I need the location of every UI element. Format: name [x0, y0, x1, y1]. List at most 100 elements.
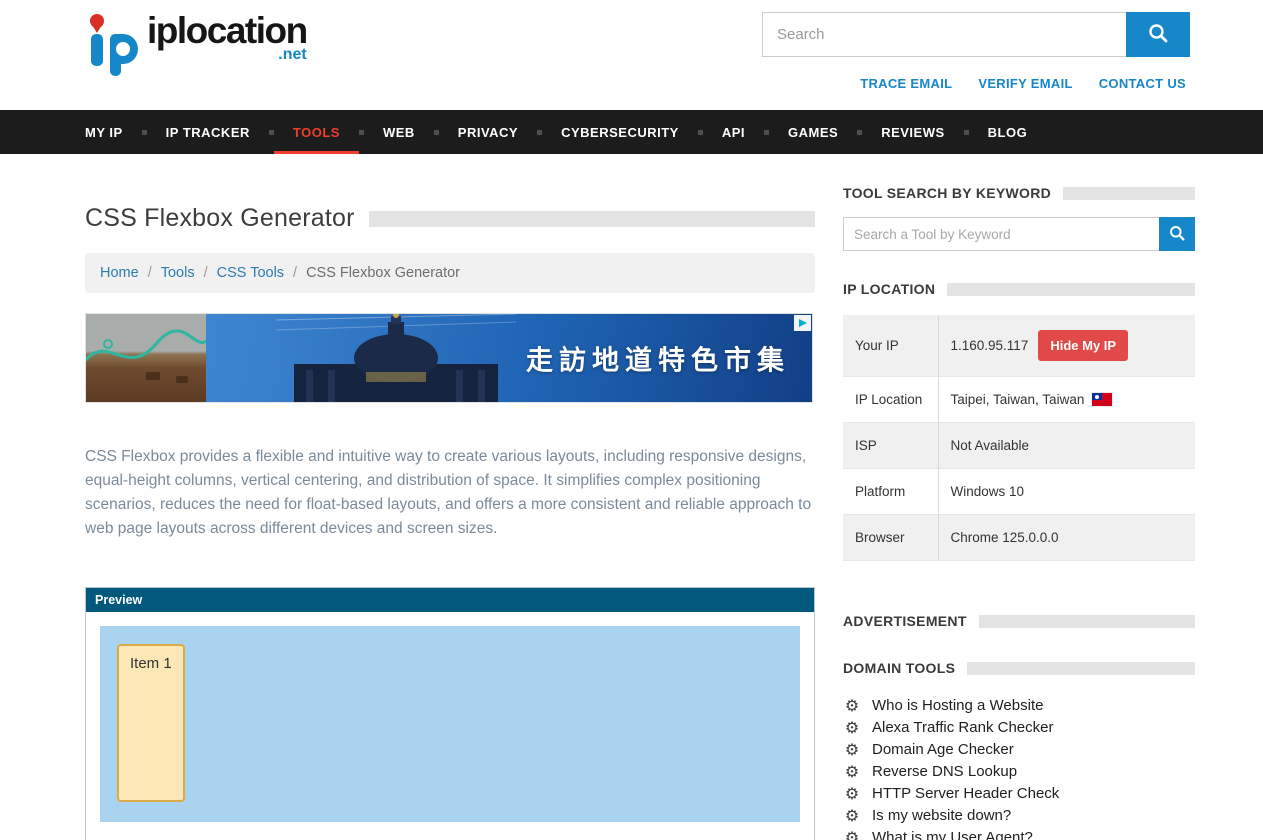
ip-value-text: Not Available	[951, 438, 1030, 453]
hide-my-ip-button[interactable]: Hide My IP	[1038, 330, 1128, 361]
ad-banner[interactable]: 走訪地道特色市集	[85, 313, 813, 403]
domain-tool-label: Alexa Traffic Rank Checker	[872, 719, 1053, 737]
gear-icon: ⚙	[843, 763, 861, 781]
heading-decoration-bar	[947, 283, 1195, 296]
flag-sun	[1095, 395, 1099, 399]
nav-item-ip-tracker[interactable]: IP TRACKER	[147, 110, 269, 154]
ip-row-label: Your IP	[843, 315, 938, 377]
main-nav: MY IPIP TRACKERTOOLSWEBPRIVACYCYBERSECUR…	[0, 110, 1263, 154]
search-icon	[1169, 225, 1185, 244]
nav-item-my-ip[interactable]: MY IP	[85, 110, 142, 154]
header-links: TRACE EMAIL VERIFY EMAIL CONTACT US	[860, 76, 1186, 91]
gear-icon: ⚙	[843, 785, 861, 803]
breadcrumb-separator: /	[148, 265, 152, 281]
nav-item-api[interactable]: API	[703, 110, 764, 154]
domain-tool-domain-age-checker[interactable]: ⚙ Domain Age Checker	[843, 739, 1195, 761]
nav-item-cybersecurity[interactable]: CYBERSECURITY	[542, 110, 698, 154]
ip-row-label: Platform	[843, 469, 938, 515]
ip-row-label: IP Location	[843, 377, 938, 423]
ad-photo-segment	[86, 314, 206, 402]
ad-choices-icon[interactable]	[794, 315, 811, 331]
site-search	[762, 12, 1190, 57]
tool-search-heading: TOOL SEARCH BY KEYWORD	[843, 185, 1051, 201]
heading-decoration-bar	[1063, 187, 1195, 200]
ip-value-text: Taipei, Taiwan, Taiwan	[951, 392, 1085, 407]
nav-item-tools[interactable]: TOOLS	[274, 110, 359, 154]
domain-tool-label: Who is Hosting a Website	[872, 697, 1043, 715]
logo-wordmark: iplocation	[147, 10, 307, 51]
search-icon	[1148, 23, 1168, 46]
domain-tool-label: HTTP Server Header Check	[872, 785, 1059, 803]
ip-table-row-ip-location: IP Location Taipei, Taiwan, Taiwan	[843, 377, 1195, 423]
nav-list: MY IPIP TRACKERTOOLSWEBPRIVACYCYBERSECUR…	[85, 110, 1046, 154]
domain-tool-reverse-dns-lookup[interactable]: ⚙ Reverse DNS Lookup	[843, 761, 1195, 783]
ip-row-label: Browser	[843, 515, 938, 561]
domain-tool-what-is-my-user-agent[interactable]: ⚙What is my User Agent?	[843, 827, 1195, 840]
header-link-contact-us[interactable]: CONTACT US	[1099, 76, 1186, 91]
content-area: CSS Flexbox Generator Home / Tools / CSS Too…	[0, 154, 1263, 840]
domain-tool-label: Reverse DNS Lookup	[872, 763, 1017, 781]
advertisement-heading-row: ADVERTISEMENT	[843, 613, 1195, 629]
main-column: CSS Flexbox Generator Home / Tools / CSS Too…	[85, 154, 815, 840]
title-row: CSS Flexbox Generator	[85, 204, 815, 233]
ip-value-text: Windows 10	[951, 484, 1025, 499]
nav-item-privacy[interactable]: PRIVACY	[439, 110, 537, 154]
breadcrumb-separator: /	[293, 265, 297, 281]
gear-icon: ⚙	[843, 741, 861, 759]
ip-row-label: ISP	[843, 423, 938, 469]
advertisement-heading: ADVERTISEMENT	[843, 613, 967, 629]
domain-tool-label: Domain Age Checker	[872, 741, 1014, 759]
breadcrumb-home[interactable]: Home	[100, 265, 139, 281]
ip-location-heading-row: IP LOCATION	[843, 281, 1195, 297]
ip-table-row-platform: Platform Windows 10	[843, 469, 1195, 515]
gear-icon: ⚙	[843, 829, 861, 840]
site-header: iplocation .net TRACE EMAIL VERIFY EMAIL C…	[0, 0, 1263, 110]
gear-icon: ⚙	[843, 719, 861, 737]
header-link-trace-email[interactable]: TRACE EMAIL	[860, 76, 952, 91]
sidebar: TOOL SEARCH BY KEYWORD IP LOCATION Your …	[843, 154, 1195, 840]
ip-table-row-your-ip: Your IP1.160.95.117Hide My IP	[843, 315, 1195, 377]
nav-item-blog[interactable]: BLOG	[969, 110, 1047, 154]
logo-ip-pin-icon	[85, 12, 143, 81]
taiwan-flag-icon	[1092, 393, 1112, 406]
flex-preview-container: Item 1	[100, 626, 800, 822]
header-link-verify-email[interactable]: VERIFY EMAIL	[978, 76, 1072, 91]
tool-search-button[interactable]	[1159, 217, 1195, 251]
ip-value-text: Chrome 125.0.0.0	[951, 530, 1059, 545]
ip-row-value: 1.160.95.117Hide My IP	[938, 315, 1195, 377]
ip-row-value: Not Available	[938, 423, 1195, 469]
site-search-input[interactable]	[762, 12, 1126, 57]
heading-decoration-bar	[967, 662, 1195, 675]
domain-tool-is-my-website-down[interactable]: ⚙Is my website down?	[843, 805, 1195, 827]
site-search-button[interactable]	[1126, 12, 1190, 57]
tool-search-heading-row: TOOL SEARCH BY KEYWORD	[843, 185, 1195, 201]
ad-creative: 走訪地道特色市集	[206, 314, 812, 402]
flex-preview-item[interactable]: Item 1	[117, 644, 185, 802]
ad-headline: 走訪地道特色市集	[526, 339, 790, 378]
preview-body: Item 1	[86, 612, 814, 840]
ip-row-value: Taipei, Taiwan, Taiwan	[938, 377, 1195, 423]
tool-search	[843, 217, 1195, 251]
breadcrumb-css-flexbox-generator: CSS Flexbox Generator	[306, 265, 460, 281]
title-decoration-bar	[369, 211, 815, 227]
gear-icon: ⚙	[843, 697, 861, 715]
preview-panel: Preview Item 1	[85, 587, 815, 840]
ip-row-value: Windows 10	[938, 469, 1195, 515]
nav-item-reviews[interactable]: REVIEWS	[862, 110, 963, 154]
domain-tools-heading-row: DOMAIN TOOLS	[843, 660, 1195, 676]
ad-building-illustration	[276, 313, 516, 402]
domain-tool-alexa-traffic-rank-checker[interactable]: ⚙ Alexa Traffic Rank Checker	[843, 717, 1195, 739]
ip-location-heading: IP LOCATION	[843, 281, 935, 297]
domain-tool-who-is-hosting-a-website[interactable]: ⚙ Who is Hosting a Website	[843, 695, 1195, 717]
domain-tool-http-server-header-check[interactable]: ⚙ HTTP Server Header Check	[843, 783, 1195, 805]
tool-search-input[interactable]	[843, 217, 1159, 251]
site-logo[interactable]: iplocation .net	[85, 12, 307, 81]
nav-item-web[interactable]: WEB	[364, 110, 434, 154]
nav-item-games[interactable]: GAMES	[769, 110, 857, 154]
page-root: iplocation .net TRACE EMAIL VERIFY EMAIL C…	[0, 0, 1263, 840]
breadcrumb-css-tools[interactable]: CSS Tools	[217, 265, 284, 281]
breadcrumb-tools[interactable]: Tools	[161, 265, 195, 281]
ip-table-row-browser: Browser Chrome 125.0.0.0	[843, 515, 1195, 561]
heading-decoration-bar	[979, 615, 1195, 628]
breadcrumb-separator: /	[204, 265, 208, 281]
